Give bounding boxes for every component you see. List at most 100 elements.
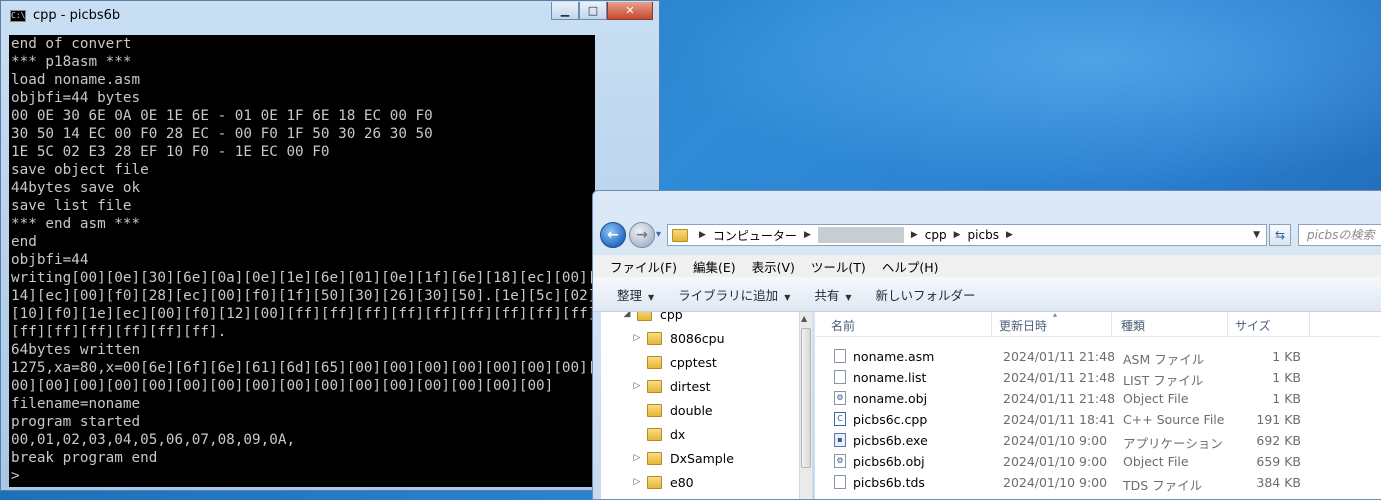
tree-expand-icon[interactable]: ▷ — [631, 333, 643, 343]
add-to-library-button[interactable]: ライブラリに追加 ▼ — [666, 285, 802, 304]
tree-item-double[interactable]: double — [631, 398, 807, 422]
scroll-up-icon[interactable]: ▲ — [801, 314, 807, 323]
breadcrumb-arrow-icon[interactable]: ▶ — [804, 230, 811, 240]
breadcrumb-computer[interactable]: コンピューター — [713, 227, 797, 244]
column-name[interactable]: 名前 — [831, 317, 855, 334]
tree-expand-icon[interactable]: ▷ — [631, 453, 643, 463]
tree-item-dx[interactable]: dx — [631, 422, 807, 446]
close-button[interactable]: ✕ — [607, 2, 653, 20]
caption-buttons: ▁ □ ✕ — [551, 2, 653, 20]
command-bar: 整理 ▼ ライブラリに追加 ▼ 共有 ▼ 新しいフォルダー — [593, 277, 1381, 312]
menu-help[interactable]: ヘルプ(H) — [874, 257, 947, 276]
add-to-library-label: ライブラリに追加 — [678, 287, 779, 303]
column-divider[interactable] — [991, 312, 992, 336]
console-output[interactable]: end of convert *** p18asm *** load noname.… — [9, 35, 595, 487]
tree-item-cpptest[interactable]: cpptest — [631, 350, 807, 374]
menu-file[interactable]: ファイル(F) — [593, 257, 685, 276]
tree-expand-icon[interactable]: ▷ — [631, 477, 643, 487]
column-divider[interactable] — [1309, 312, 1310, 336]
folder-icon — [647, 403, 662, 417]
folder-icon — [647, 379, 662, 393]
breadcrumb-arrow-icon[interactable]: ▶ — [699, 230, 706, 240]
table-row[interactable]: picbs6b.tds 2024/01/10 9:00 TDS ファイル 384 KB — [815, 472, 1381, 493]
column-divider[interactable] — [1111, 312, 1112, 336]
table-row[interactable]: noname.asm 2024/01/11 21:48 ASM ファイル 1 KB — [815, 346, 1381, 367]
document-icon — [834, 370, 846, 384]
scrollbar-thumb[interactable] — [801, 328, 811, 468]
sort-indicator-icon: ▴ — [1053, 312, 1058, 319]
column-type[interactable]: 種類 — [1121, 317, 1145, 334]
recent-pages-dropdown[interactable]: ▾ — [656, 229, 661, 240]
breadcrumb-arrow-icon[interactable]: ▶ — [954, 230, 961, 240]
document-icon — [834, 349, 846, 363]
file-type: Object File — [1123, 391, 1189, 406]
table-row[interactable]: Cpicbs6c.cpp 2024/01/11 18:41 C++ Source F… — [815, 409, 1381, 430]
explorer-window[interactable]: ← → ▾ ▶ コンピューター ▶ ▶ cpp ▶ picbs ▶ ▼ ⇆ pi… — [592, 190, 1381, 500]
breadcrumb-picbs[interactable]: picbs — [968, 228, 999, 242]
breadcrumb-cpp[interactable]: cpp — [925, 228, 947, 242]
maximize-button[interactable]: □ — [579, 2, 607, 20]
console-text: end of convert *** p18asm *** load noname.… — [9, 35, 595, 485]
tree-item-cpp[interactable]: ◢ cpp — [621, 312, 807, 326]
tree-item-dxsample[interactable]: ▷ DxSample — [631, 446, 807, 470]
tree-item-label: dirtest — [670, 378, 711, 394]
tree-collapse-icon[interactable]: ◢ — [621, 312, 633, 319]
tree-item-8086cpu[interactable]: ▷ 8086cpu — [631, 326, 807, 350]
file-date: 2024/01/10 9:00 — [1003, 433, 1108, 448]
navigation-pane[interactable]: ◢ cpp ▷ 8086cpu cpptest ▷ dirtest double dx ▷ DxSa… — [601, 312, 807, 499]
console-line: *** p18asm *** — [11, 54, 132, 70]
search-input[interactable]: picbsの検索 — [1298, 224, 1381, 246]
table-row[interactable]: ▪ picbs6b.exe 2024/01/10 9:00 アプリケーション 692 K… — [815, 430, 1381, 451]
tree-item-label: dx — [670, 426, 686, 442]
file-name: picbs6c.cpp — [853, 412, 928, 427]
refresh-icon: ⇆ — [1274, 228, 1286, 242]
document-icon — [834, 475, 846, 489]
column-date[interactable]: 更新日時 — [999, 317, 1047, 334]
console-line: [ff][ff][ff][ff][ff][ff]. — [11, 324, 227, 340]
folder-icon — [647, 451, 662, 465]
table-row[interactable]: ⚙ picbs6b.obj 2024/01/10 9:00 Object File 65… — [815, 451, 1381, 472]
console-window[interactable]: C:\ cpp - picbs6b ▁ □ ✕ end of convert **… — [0, 0, 660, 491]
back-button[interactable]: ← — [600, 222, 626, 248]
console-titlebar[interactable]: C:\ cpp - picbs6b ▁ □ ✕ — [1, 1, 659, 31]
menu-view[interactable]: 表示(V) — [744, 257, 803, 276]
address-dropdown-icon[interactable]: ▼ — [1253, 230, 1260, 240]
tree-item-label: e80 — [670, 474, 694, 490]
file-date: 2024/01/11 18:41 — [1003, 412, 1116, 427]
table-row[interactable]: ⚙ noname.obj 2024/01/11 21:48 Object File 1 … — [815, 388, 1381, 409]
breadcrumb-redacted[interactable] — [817, 227, 904, 243]
column-divider[interactable] — [1227, 312, 1228, 336]
console-line: 00 0E 30 6E 0A 0E 1E 6E - 01 0E 1F 6E 18… — [11, 108, 433, 124]
address-bar[interactable]: ▶ コンピューター ▶ ▶ cpp ▶ picbs ▶ ▼ — [667, 224, 1267, 246]
menu-edit[interactable]: 編集(E) — [685, 257, 744, 276]
console-app-icon[interactable]: C:\ — [10, 10, 26, 22]
organize-label: 整理 — [617, 287, 643, 303]
file-date: 2024/01/11 21:48 — [1003, 391, 1116, 406]
new-folder-button[interactable]: 新しいフォルダー — [864, 285, 988, 304]
console-line: *** end asm *** — [11, 216, 141, 232]
tree-item-dirtest[interactable]: ▷ dirtest — [631, 374, 807, 398]
organize-button[interactable]: 整理 ▼ — [593, 285, 666, 304]
console-line: break program end — [11, 450, 158, 466]
console-line: writing[00][0e][30][6e][0a][0e][1e][6e][… — [11, 270, 595, 286]
file-name: picbs6b.exe — [853, 433, 928, 448]
file-date: 2024/01/11 21:48 — [1003, 349, 1116, 364]
chevron-down-icon: ▼ — [648, 292, 655, 302]
maximize-icon: □ — [587, 4, 599, 17]
refresh-button[interactable]: ⇆ — [1269, 224, 1291, 246]
file-list[interactable]: ▴ 名前 更新日時 種類 サイズ noname.asm 2024/01/11 21… — [815, 312, 1381, 499]
breadcrumb-arrow-icon[interactable]: ▶ — [911, 230, 918, 240]
column-size[interactable]: サイズ — [1235, 317, 1271, 334]
forward-button[interactable]: → — [629, 222, 655, 248]
menu-tools[interactable]: ツール(T) — [803, 257, 874, 276]
minimize-button[interactable]: ▁ — [551, 2, 579, 20]
share-button[interactable]: 共有 ▼ — [802, 285, 863, 304]
navigation-pane-scrollbar[interactable]: ▲ — [799, 312, 812, 499]
breadcrumb-arrow-icon[interactable]: ▶ — [1006, 230, 1013, 240]
tree-item-e80[interactable]: ▷ e80 — [631, 470, 807, 494]
console-line: 14][ec][00][f0][28][ec][00][f0][1f][50][… — [11, 288, 595, 304]
table-row[interactable]: noname.list 2024/01/11 21:48 LIST ファイル 1 KB — [815, 367, 1381, 388]
column-headers: ▴ 名前 更新日時 種類 サイズ — [815, 312, 1381, 337]
folder-icon — [637, 312, 652, 321]
tree-expand-icon[interactable]: ▷ — [631, 381, 643, 391]
